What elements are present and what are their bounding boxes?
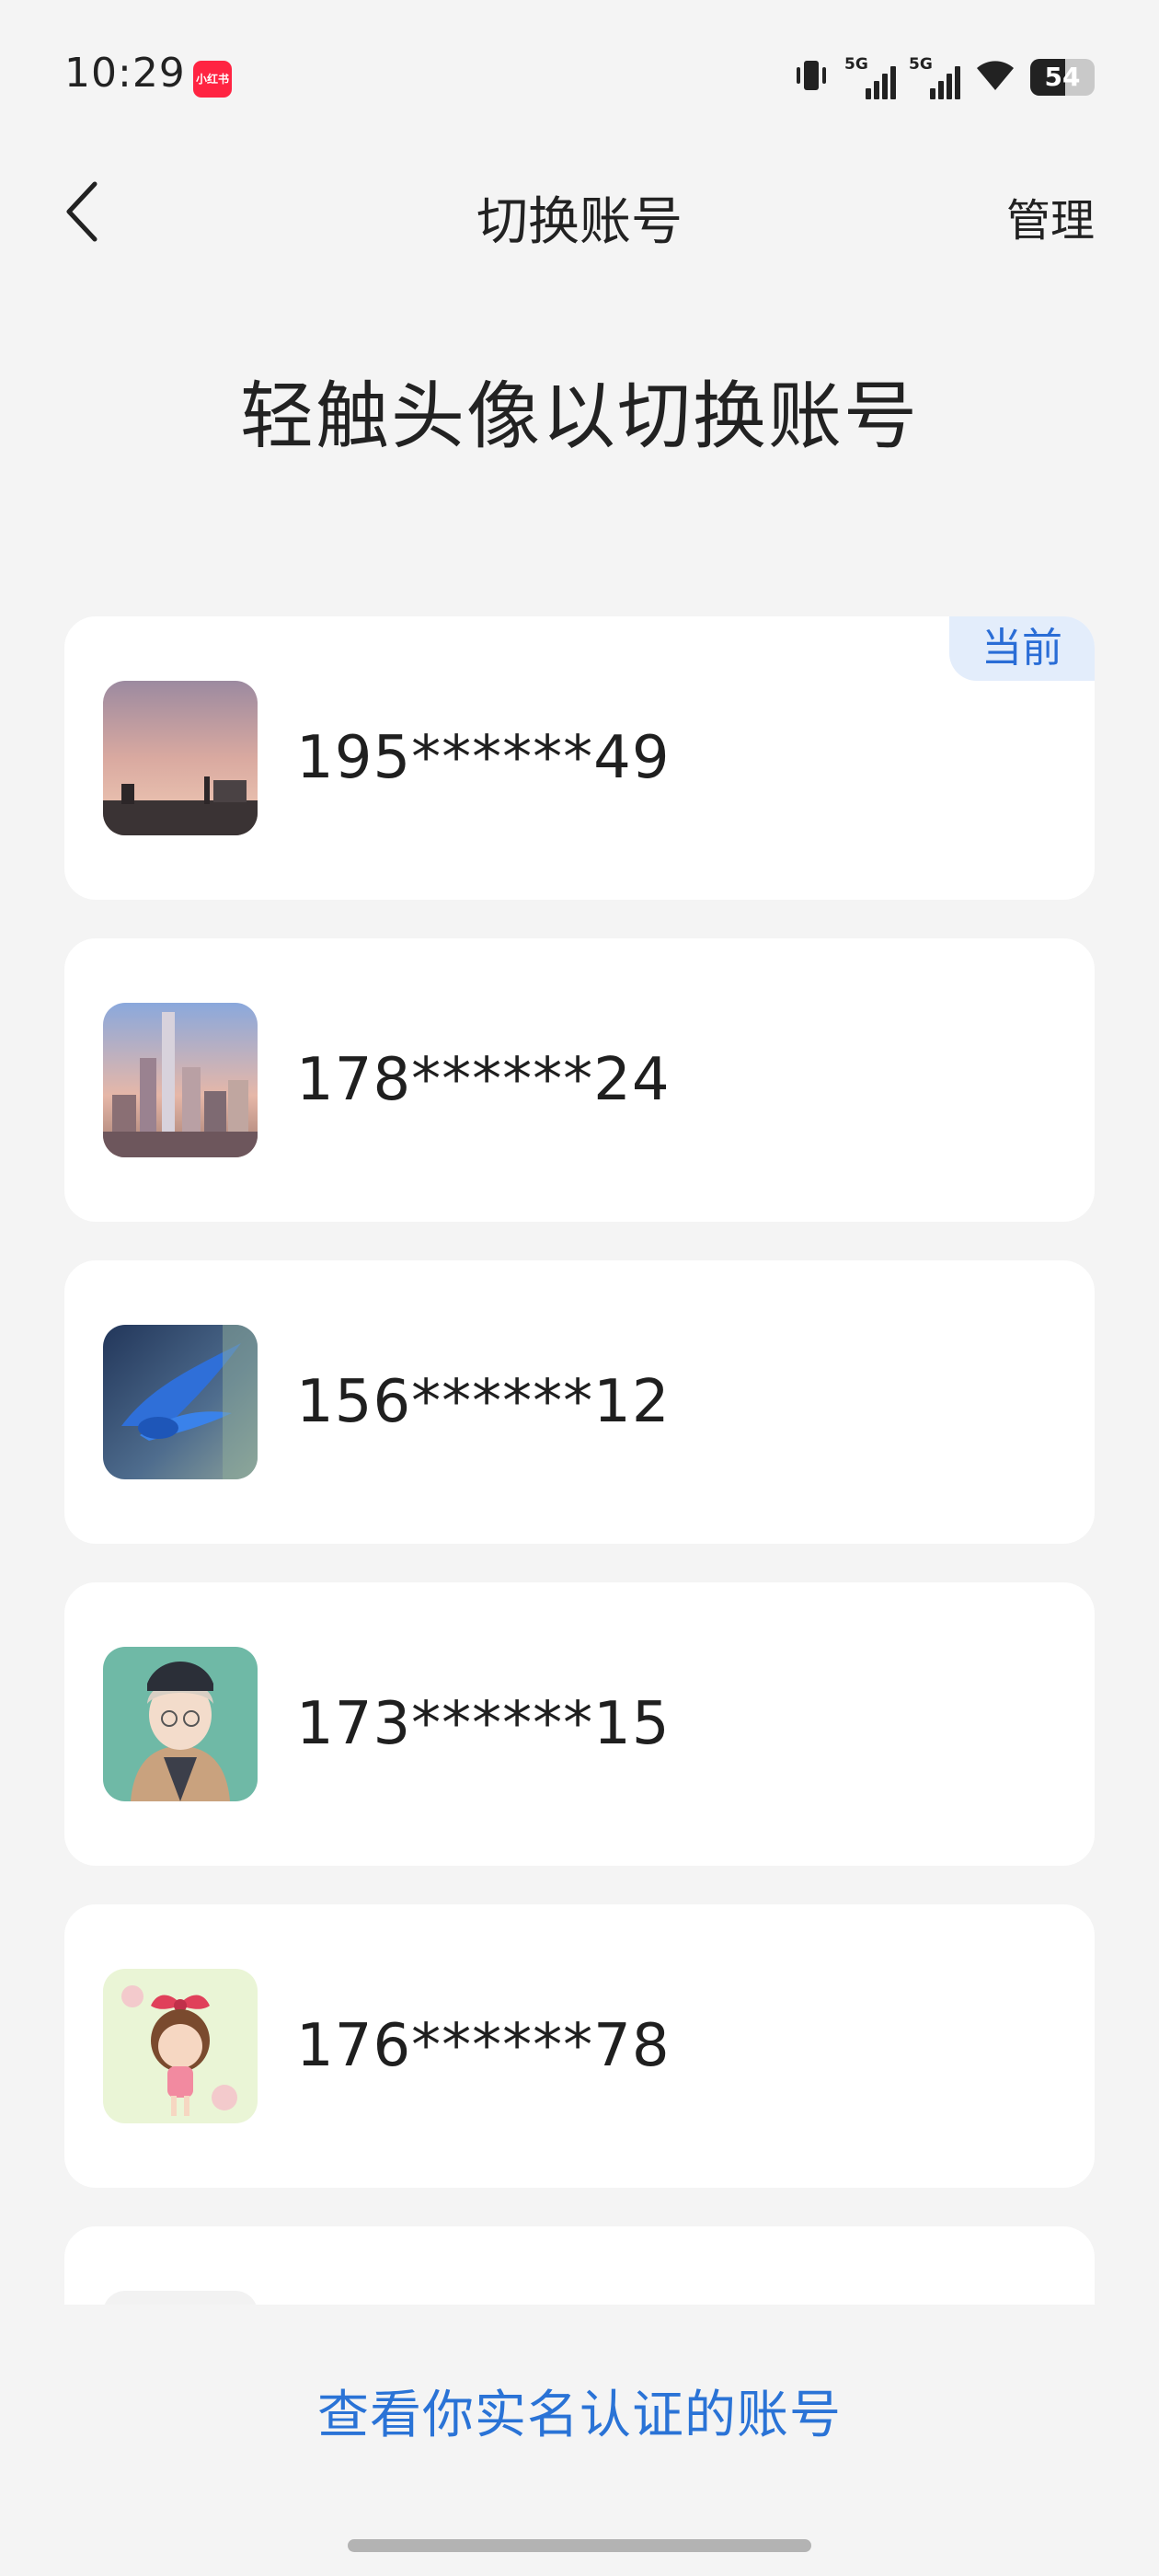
account-card[interactable]: 195******49 当前 [64, 616, 1095, 900]
status-bar: 10:29 小红书 5G 5G 54 [0, 0, 1159, 156]
nav-bar: 切换账号 管理 [0, 156, 1159, 267]
account-list: 195******49 当前 178******24 156******12 1… [64, 616, 1095, 2305]
page-title: 切换账号 [476, 192, 683, 252]
current-badge: 当前 [949, 616, 1095, 681]
avatar[interactable] [103, 1969, 258, 2123]
account-card[interactable]: 156******12 [64, 1260, 1095, 1544]
account-card[interactable]: 176******78 [64, 1904, 1095, 2188]
account-number: 176******78 [296, 2012, 671, 2080]
vibrate-icon [791, 55, 832, 99]
account-number: 178******24 [296, 1046, 671, 1114]
status-time: 10:29 [64, 50, 186, 97]
status-icons: 5G 5G 54 [791, 53, 1095, 101]
avatar[interactable] [103, 1325, 258, 1479]
account-card[interactable]: 178******24 [64, 938, 1095, 1222]
account-number: 173******15 [296, 1690, 671, 1758]
account-card[interactable] [64, 2226, 1095, 2305]
switch-hint-heading: 轻触头像以切换账号 [240, 374, 919, 459]
battery-icon: 54 [1030, 59, 1095, 96]
signal-5g-icon-1: 5G [844, 55, 896, 99]
account-number: 156******12 [296, 1368, 671, 1436]
avatar[interactable] [103, 681, 258, 835]
account-card[interactable]: 173******15 [64, 1582, 1095, 1866]
avatar[interactable] [103, 1003, 258, 1157]
home-indicator[interactable] [348, 2539, 811, 2552]
account-number: 195******49 [296, 724, 671, 792]
manage-button[interactable]: 管理 [1006, 184, 1095, 248]
avatar[interactable] [103, 1647, 258, 1801]
avatar[interactable] [103, 2291, 258, 2305]
xiaohongshu-app-icon: 小红书 [193, 61, 232, 98]
wifi-icon [973, 57, 1017, 98]
view-verified-accounts-link[interactable]: 查看你实名认证的账号 [0, 2374, 1159, 2448]
signal-5g-icon-2: 5G [909, 55, 960, 99]
